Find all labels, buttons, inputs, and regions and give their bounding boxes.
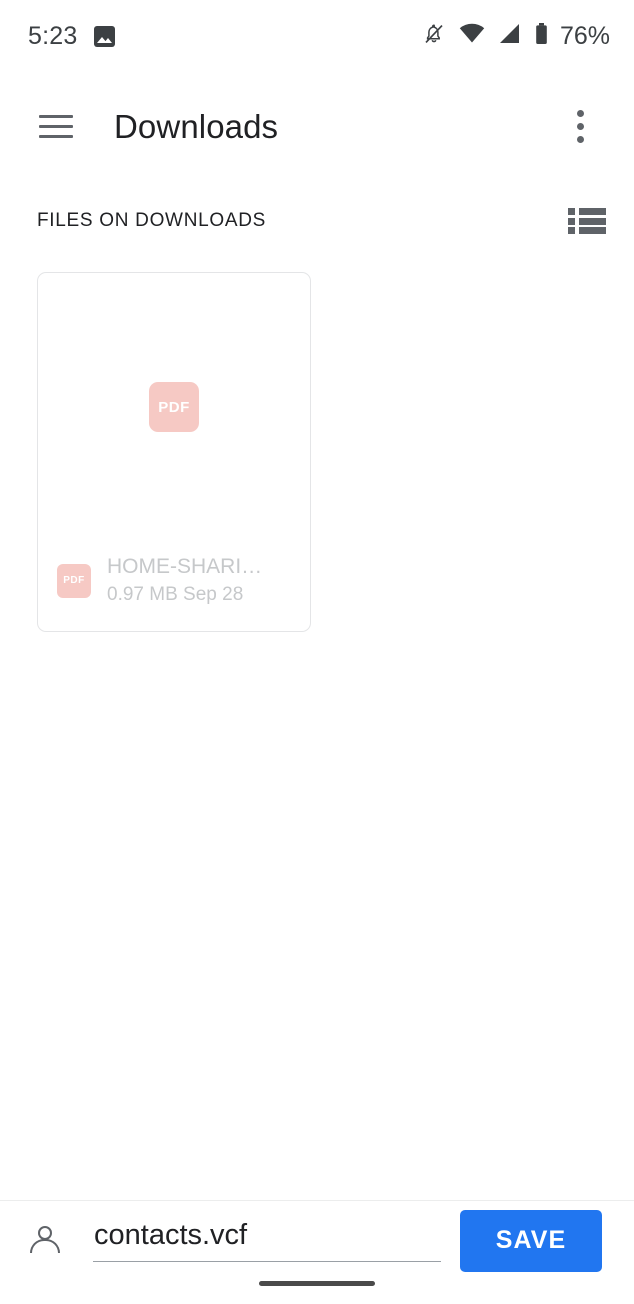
file-card[interactable]: PDF PDF HOME-SHARI… 0.97 MB Sep 28 [37, 272, 311, 632]
list-view-square [568, 217, 575, 225]
list-view-row [568, 208, 606, 215]
list-view-square [568, 208, 575, 215]
section-title: FILES ON DOWNLOADS [37, 210, 267, 231]
cellular-signal-icon [498, 23, 521, 50]
file-preview: PDF [38, 273, 310, 541]
home-gesture-bar[interactable] [259, 1281, 375, 1286]
pdf-file-icon: PDF [149, 382, 199, 432]
app-bar: Downloads [0, 86, 634, 166]
battery-icon [534, 22, 549, 51]
image-notification-icon [94, 25, 116, 47]
downloads-screen: 5:23 76% Downloads FILES ON DOWNLOADS PD… [0, 0, 634, 1304]
wifi-icon [459, 23, 485, 50]
battery-percent-label: 76% [559, 21, 610, 50]
file-name-label: HOME-SHARI… [107, 555, 263, 578]
status-bar-right: 76% [422, 22, 610, 51]
hamburger-bar [39, 114, 73, 118]
hamburger-bar [39, 134, 73, 138]
pdf-file-icon-small: PDF [57, 563, 91, 598]
list-view-icon[interactable] [568, 206, 606, 236]
save-button[interactable]: SAVE [460, 1209, 602, 1272]
list-view-bar [579, 208, 606, 215]
list-view-bar [579, 227, 606, 234]
person-icon [28, 1224, 62, 1258]
overflow-dot [576, 122, 584, 130]
section-header: FILES ON DOWNLOADS [0, 200, 634, 242]
person-icon-head [38, 1225, 52, 1240]
page-title: Downloads [114, 107, 279, 145]
overflow-dot [576, 109, 584, 117]
status-bar-left: 5:23 [28, 21, 116, 50]
list-view-row [568, 227, 606, 234]
filename-input[interactable] [93, 1219, 441, 1262]
person-icon-body [30, 1238, 60, 1253]
file-card-footer: PDF HOME-SHARI… 0.97 MB Sep 28 [38, 553, 310, 609]
list-view-square [568, 227, 575, 234]
status-bar: 5:23 76% [0, 0, 634, 72]
status-time: 5:23 [28, 21, 78, 50]
hamburger-bar [39, 124, 73, 128]
file-size-date-label: 0.97 MB Sep 28 [107, 584, 244, 606]
bell-off-icon [422, 22, 446, 51]
file-meta: HOME-SHARI… 0.97 MB Sep 28 [107, 553, 262, 609]
overflow-dot [576, 135, 584, 143]
save-bar: SAVE [0, 1201, 634, 1280]
hamburger-menu-icon[interactable] [28, 98, 84, 154]
list-view-row [568, 217, 606, 225]
more-vert-icon[interactable] [556, 98, 604, 154]
list-view-bar [579, 217, 606, 225]
